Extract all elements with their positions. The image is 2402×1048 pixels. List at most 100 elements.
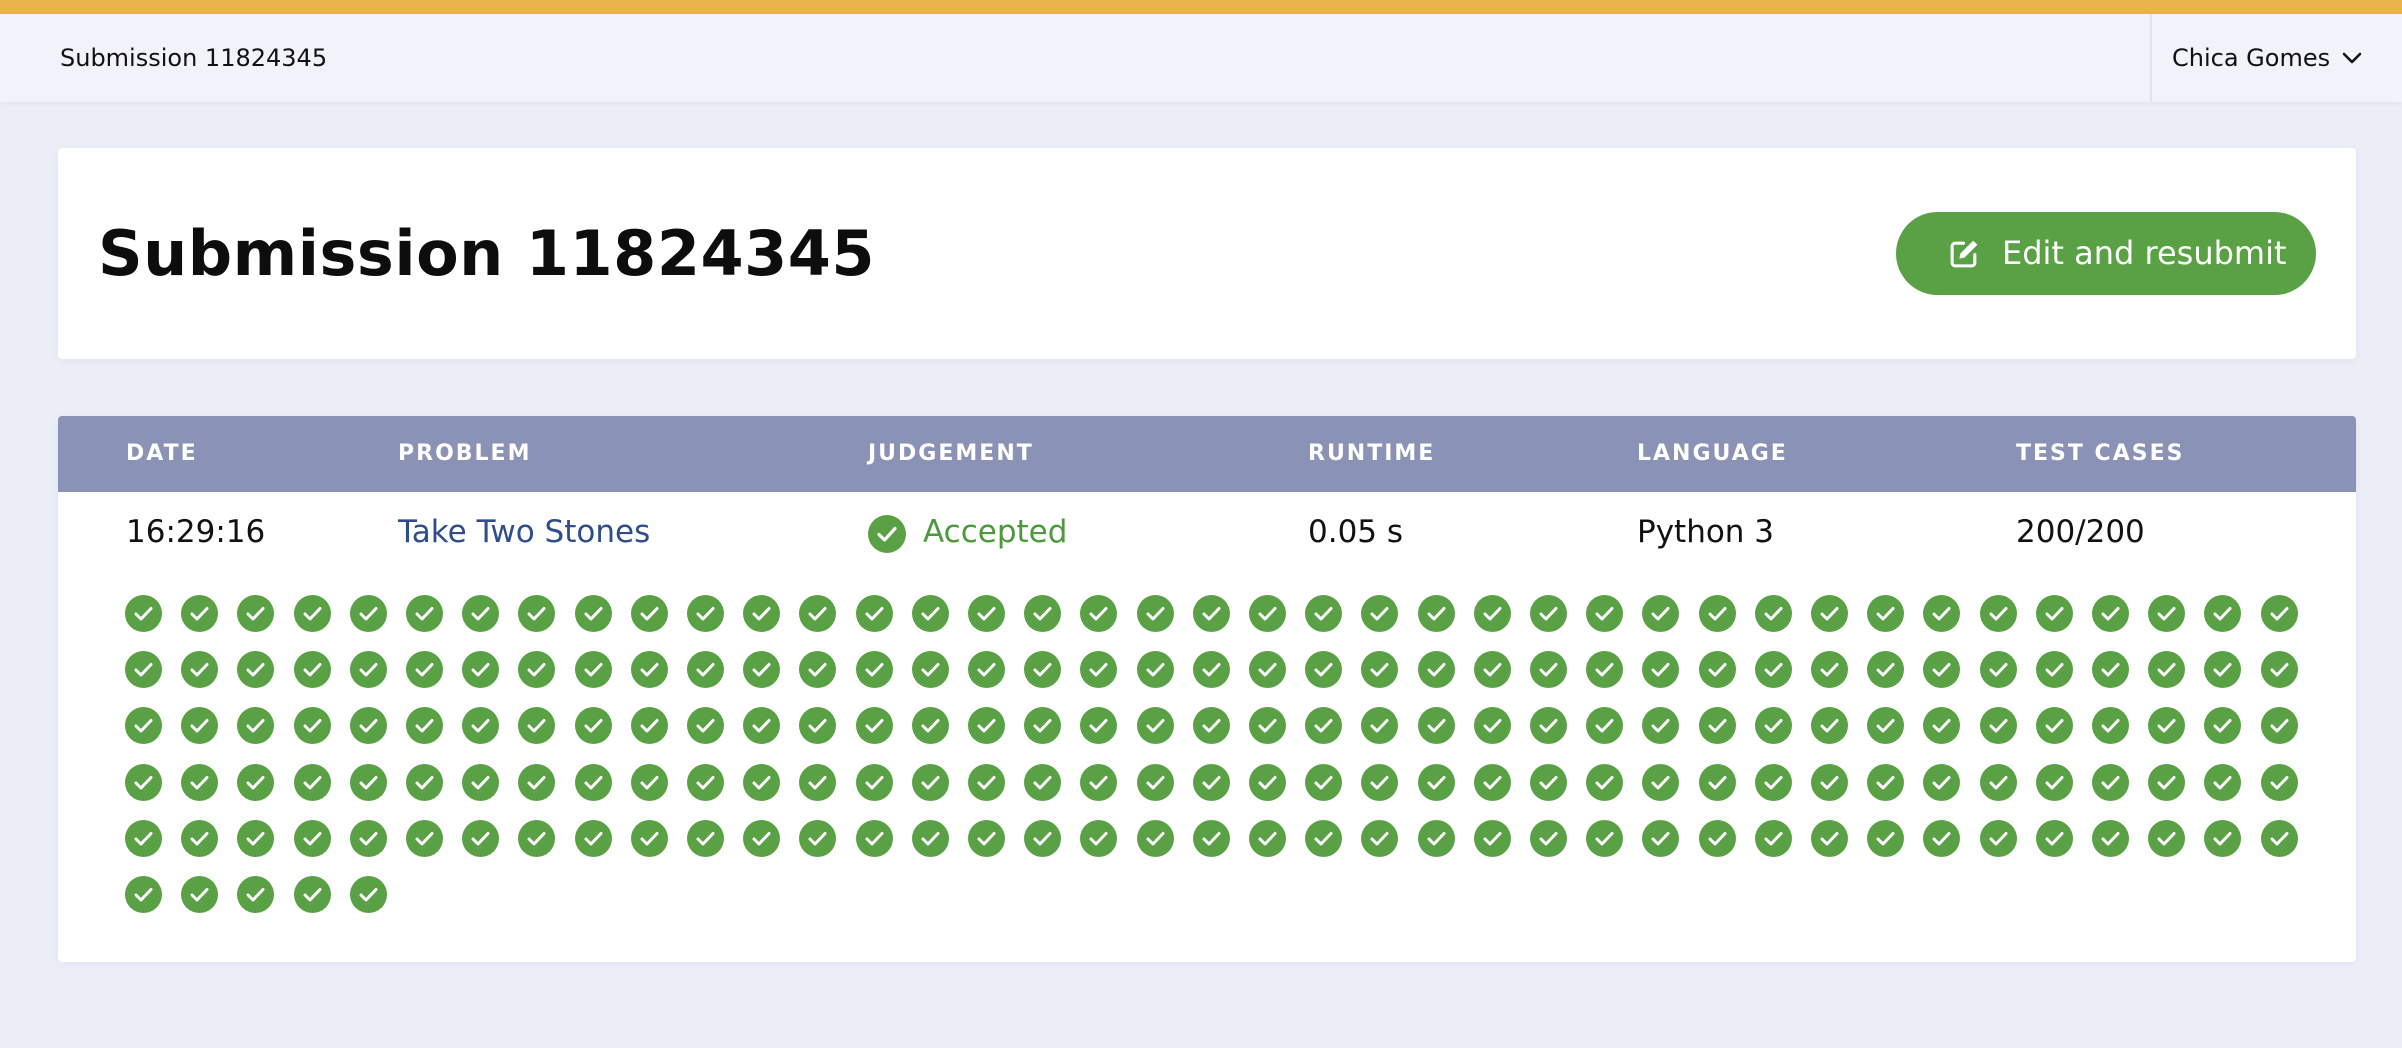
test-case-check-icon[interactable] xyxy=(406,595,443,632)
test-case-check-icon[interactable] xyxy=(1249,763,1286,801)
test-case-check-icon[interactable] xyxy=(1586,763,1624,801)
test-case-check-icon[interactable] xyxy=(1811,819,1848,857)
test-case-check-icon[interactable] xyxy=(1417,763,1455,801)
test-case-check-icon[interactable] xyxy=(1249,819,1286,857)
test-case-check-icon[interactable] xyxy=(2148,595,2186,632)
test-case-check-icon[interactable] xyxy=(1642,763,1680,801)
test-case-check-icon[interactable] xyxy=(406,651,443,689)
test-case-check-icon[interactable] xyxy=(2035,819,2073,857)
test-case-check-icon[interactable] xyxy=(630,763,668,801)
test-case-check-icon[interactable] xyxy=(1305,595,1343,632)
test-case-check-icon[interactable] xyxy=(968,819,1005,857)
test-case-check-icon[interactable] xyxy=(349,595,387,632)
test-case-check-icon[interactable] xyxy=(1642,819,1680,857)
test-case-check-icon[interactable] xyxy=(1473,707,1511,745)
test-case-check-icon[interactable] xyxy=(462,595,500,632)
test-case-check-icon[interactable] xyxy=(125,876,162,913)
test-case-check-icon[interactable] xyxy=(1361,595,1399,632)
test-case-check-icon[interactable] xyxy=(518,763,556,801)
test-case-check-icon[interactable] xyxy=(630,707,668,745)
test-case-check-icon[interactable] xyxy=(1024,819,1062,857)
test-case-check-icon[interactable] xyxy=(1867,651,1905,689)
test-case-check-icon[interactable] xyxy=(1473,595,1511,632)
test-case-check-icon[interactable] xyxy=(1698,707,1736,745)
test-case-check-icon[interactable] xyxy=(1249,651,1286,689)
test-case-check-icon[interactable] xyxy=(1923,595,1961,632)
test-case-check-icon[interactable] xyxy=(1305,651,1343,689)
test-case-check-icon[interactable] xyxy=(1305,819,1343,857)
test-case-check-icon[interactable] xyxy=(574,819,612,857)
test-case-check-icon[interactable] xyxy=(125,763,162,801)
test-case-check-icon[interactable] xyxy=(406,707,443,745)
test-case-check-icon[interactable] xyxy=(2260,651,2298,689)
test-case-check-icon[interactable] xyxy=(1923,763,1961,801)
test-case-check-icon[interactable] xyxy=(1867,707,1905,745)
test-case-check-icon[interactable] xyxy=(1473,763,1511,801)
test-case-check-icon[interactable] xyxy=(2035,651,2073,689)
test-case-check-icon[interactable] xyxy=(855,707,893,745)
test-case-check-icon[interactable] xyxy=(1530,595,1567,632)
test-case-check-icon[interactable] xyxy=(1754,651,1792,689)
test-case-check-icon[interactable] xyxy=(1024,763,1062,801)
test-case-check-icon[interactable] xyxy=(349,763,387,801)
test-case-check-icon[interactable] xyxy=(2035,595,2073,632)
test-case-check-icon[interactable] xyxy=(687,819,724,857)
test-case-check-icon[interactable] xyxy=(2260,819,2298,857)
test-case-check-icon[interactable] xyxy=(406,819,443,857)
test-case-check-icon[interactable] xyxy=(1979,595,2017,632)
test-case-check-icon[interactable] xyxy=(293,707,331,745)
test-case-check-icon[interactable] xyxy=(743,651,781,689)
test-case-check-icon[interactable] xyxy=(2092,819,2129,857)
test-case-check-icon[interactable] xyxy=(1754,819,1792,857)
test-case-check-icon[interactable] xyxy=(1867,763,1905,801)
test-case-check-icon[interactable] xyxy=(1642,651,1680,689)
test-case-check-icon[interactable] xyxy=(1136,651,1174,689)
test-case-check-icon[interactable] xyxy=(911,763,949,801)
test-case-check-icon[interactable] xyxy=(237,651,275,689)
test-case-check-icon[interactable] xyxy=(1754,763,1792,801)
test-case-check-icon[interactable] xyxy=(2148,707,2186,745)
test-case-check-icon[interactable] xyxy=(2260,763,2298,801)
test-case-check-icon[interactable] xyxy=(2035,707,2073,745)
test-case-check-icon[interactable] xyxy=(799,707,837,745)
test-case-check-icon[interactable] xyxy=(1024,595,1062,632)
test-case-check-icon[interactable] xyxy=(2204,819,2242,857)
test-case-check-icon[interactable] xyxy=(1080,651,1118,689)
test-case-check-icon[interactable] xyxy=(1642,707,1680,745)
test-case-check-icon[interactable] xyxy=(518,819,556,857)
test-case-check-icon[interactable] xyxy=(855,595,893,632)
test-case-check-icon[interactable] xyxy=(293,819,331,857)
test-case-check-icon[interactable] xyxy=(125,595,162,632)
test-case-check-icon[interactable] xyxy=(687,707,724,745)
test-case-check-icon[interactable] xyxy=(1586,707,1624,745)
test-case-check-icon[interactable] xyxy=(349,819,387,857)
test-case-check-icon[interactable] xyxy=(1361,651,1399,689)
test-case-check-icon[interactable] xyxy=(1136,819,1174,857)
test-case-check-icon[interactable] xyxy=(181,707,219,745)
test-case-check-icon[interactable] xyxy=(2148,819,2186,857)
test-case-check-icon[interactable] xyxy=(574,651,612,689)
test-case-check-icon[interactable] xyxy=(2204,763,2242,801)
test-case-check-icon[interactable] xyxy=(1979,819,2017,857)
test-case-check-icon[interactable] xyxy=(293,595,331,632)
test-case-check-icon[interactable] xyxy=(1642,595,1680,632)
test-case-check-icon[interactable] xyxy=(799,763,837,801)
test-case-check-icon[interactable] xyxy=(1192,651,1230,689)
test-case-check-icon[interactable] xyxy=(1923,819,1961,857)
test-case-check-icon[interactable] xyxy=(855,651,893,689)
test-case-check-icon[interactable] xyxy=(1417,595,1455,632)
test-case-check-icon[interactable] xyxy=(1867,819,1905,857)
test-case-check-icon[interactable] xyxy=(2092,763,2129,801)
test-case-check-icon[interactable] xyxy=(687,763,724,801)
test-case-check-icon[interactable] xyxy=(1923,707,1961,745)
test-case-check-icon[interactable] xyxy=(1249,595,1286,632)
test-case-check-icon[interactable] xyxy=(1867,595,1905,632)
test-case-check-icon[interactable] xyxy=(1417,651,1455,689)
test-case-check-icon[interactable] xyxy=(1811,595,1848,632)
test-case-check-icon[interactable] xyxy=(2204,707,2242,745)
test-case-check-icon[interactable] xyxy=(349,651,387,689)
test-case-check-icon[interactable] xyxy=(181,651,219,689)
test-case-check-icon[interactable] xyxy=(462,763,500,801)
test-case-check-icon[interactable] xyxy=(349,707,387,745)
test-case-check-icon[interactable] xyxy=(968,707,1005,745)
